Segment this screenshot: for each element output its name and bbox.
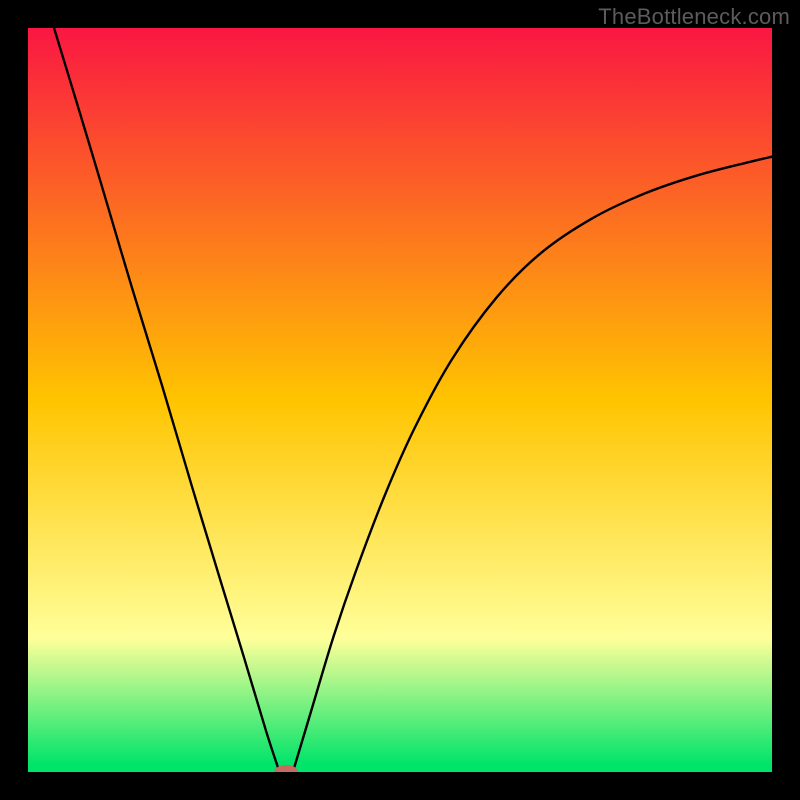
gradient-background [28, 28, 772, 772]
watermark-text: TheBottleneck.com [598, 4, 790, 30]
chart-frame [28, 28, 772, 772]
chart-svg [28, 28, 772, 772]
